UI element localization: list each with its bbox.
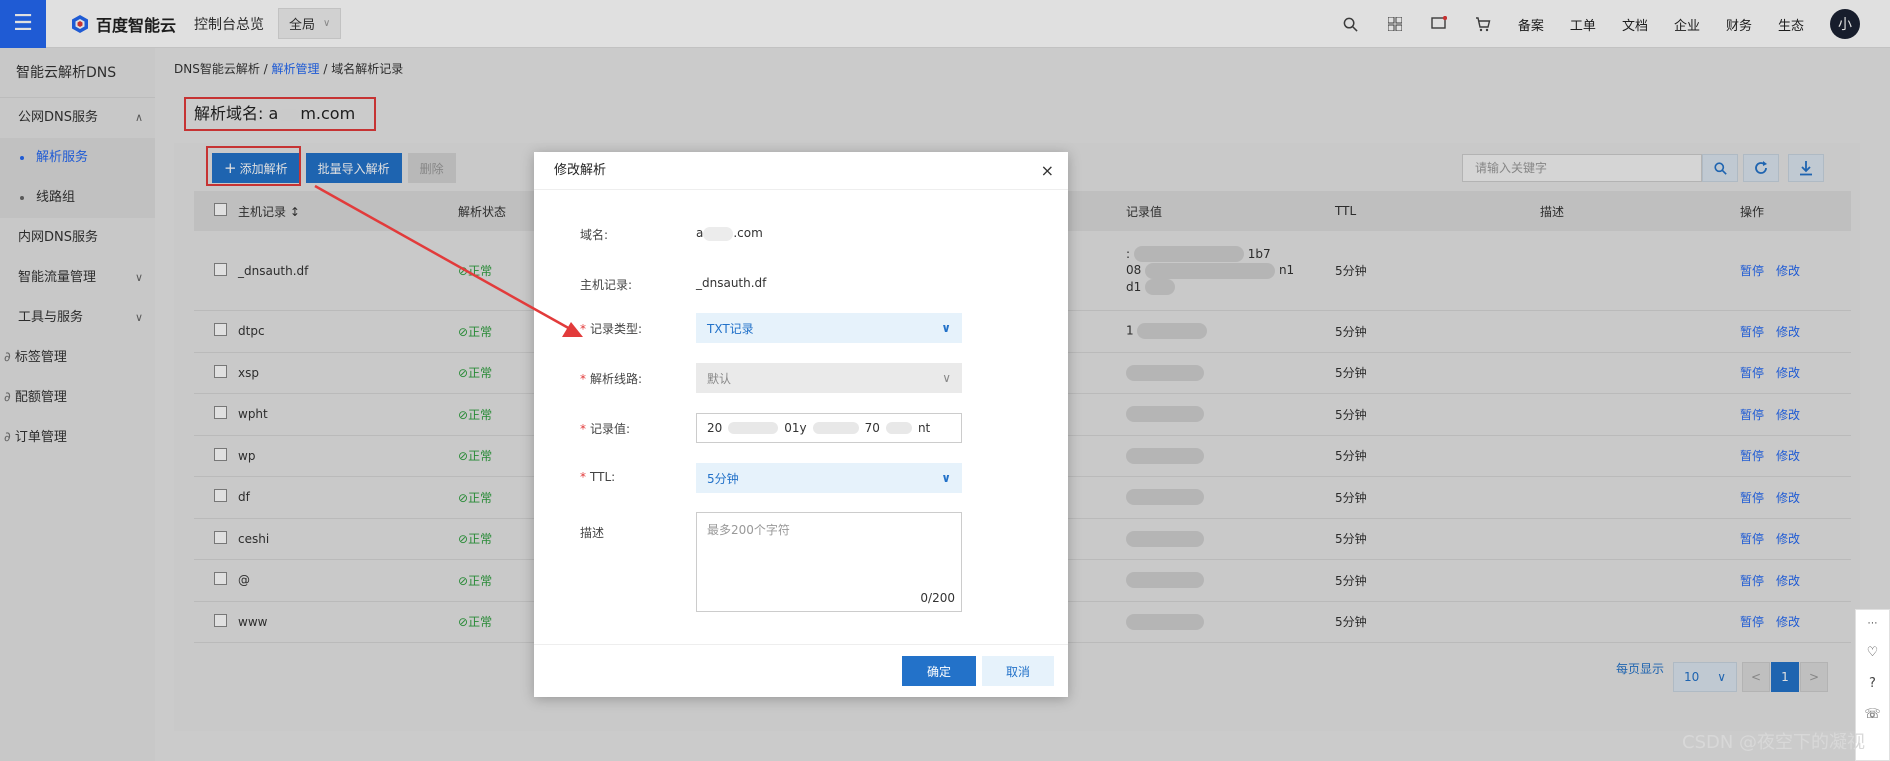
confirm-button[interactable]: 确定 xyxy=(902,656,976,686)
ttl-value: 5分钟 xyxy=(707,471,739,486)
type-label-text: 记录类型: xyxy=(590,322,643,336)
domain-field-label: 域名: xyxy=(580,228,609,242)
desc-field-label: 描述 xyxy=(580,526,605,540)
dialog-domain-prefix: a xyxy=(696,226,704,240)
chevron-down-icon: ∨ xyxy=(941,321,951,335)
drag-handle-icon[interactable]: ⋯ xyxy=(1868,618,1878,629)
record-value-input[interactable]: 20 01y 70 nt xyxy=(696,413,962,443)
redacted-mask xyxy=(728,422,779,434)
redacted-mask xyxy=(885,422,912,434)
cancel-button[interactable]: 取消 xyxy=(982,656,1054,686)
record-type-value: TXT记录 xyxy=(707,321,754,336)
host-field-value: _dnsauth.df xyxy=(696,276,767,290)
close-icon[interactable]: × xyxy=(1041,152,1054,190)
record-value-part: nt xyxy=(917,421,931,435)
ttl-select[interactable]: 5分钟 ∨ xyxy=(696,463,962,493)
phone-icon[interactable]: ☏ xyxy=(1864,707,1880,722)
line-field-label: * 解析线路: xyxy=(580,372,643,386)
char-counter: 0/200 xyxy=(920,591,955,605)
value-label-text: 记录值: xyxy=(590,422,631,436)
ttl-field-label: * TTL: xyxy=(580,470,616,484)
redacted-mask xyxy=(703,226,734,241)
watermark: CSDN @夜空下的凝视 xyxy=(1682,732,1866,753)
dialog-domain-suffix: .com xyxy=(733,226,763,240)
type-field-label: * 记录类型: xyxy=(580,322,643,336)
record-value-part: 20 xyxy=(707,421,723,435)
description-placeholder: 最多200个字符 xyxy=(707,523,790,537)
record-value-part: 01y xyxy=(784,421,807,435)
host-field-label: 主机记录: xyxy=(580,278,633,292)
dialog-footer-divider xyxy=(534,644,1068,645)
resolve-line-select[interactable]: 默认 ∨ xyxy=(696,363,962,393)
chevron-down-icon: ∨ xyxy=(941,471,951,485)
edit-record-dialog: 修改解析 × 域名: a .com 主机记录: _dnsauth.df * 记录类型… xyxy=(534,152,1068,697)
line-label-text: 解析线路: xyxy=(590,372,643,386)
ttl-label-text: TTL: xyxy=(590,470,616,484)
redacted-mask xyxy=(812,422,859,434)
resolve-line-value: 默认 xyxy=(707,371,732,386)
favorite-icon[interactable]: ♡ xyxy=(1867,645,1879,660)
record-type-select[interactable]: TXT记录 ∨ xyxy=(696,313,962,343)
domain-field-value: a .com xyxy=(696,226,763,241)
description-textarea[interactable]: 最多200个字符 0/200 xyxy=(696,512,962,612)
chevron-down-icon: ∨ xyxy=(942,371,951,385)
help-icon[interactable]: ? xyxy=(1869,676,1876,691)
record-value-part: 70 xyxy=(864,421,880,435)
dialog-title: 修改解析 xyxy=(554,163,607,178)
dialog-header: 修改解析 × xyxy=(534,152,1068,190)
value-field-label: * 记录值: xyxy=(580,422,631,436)
